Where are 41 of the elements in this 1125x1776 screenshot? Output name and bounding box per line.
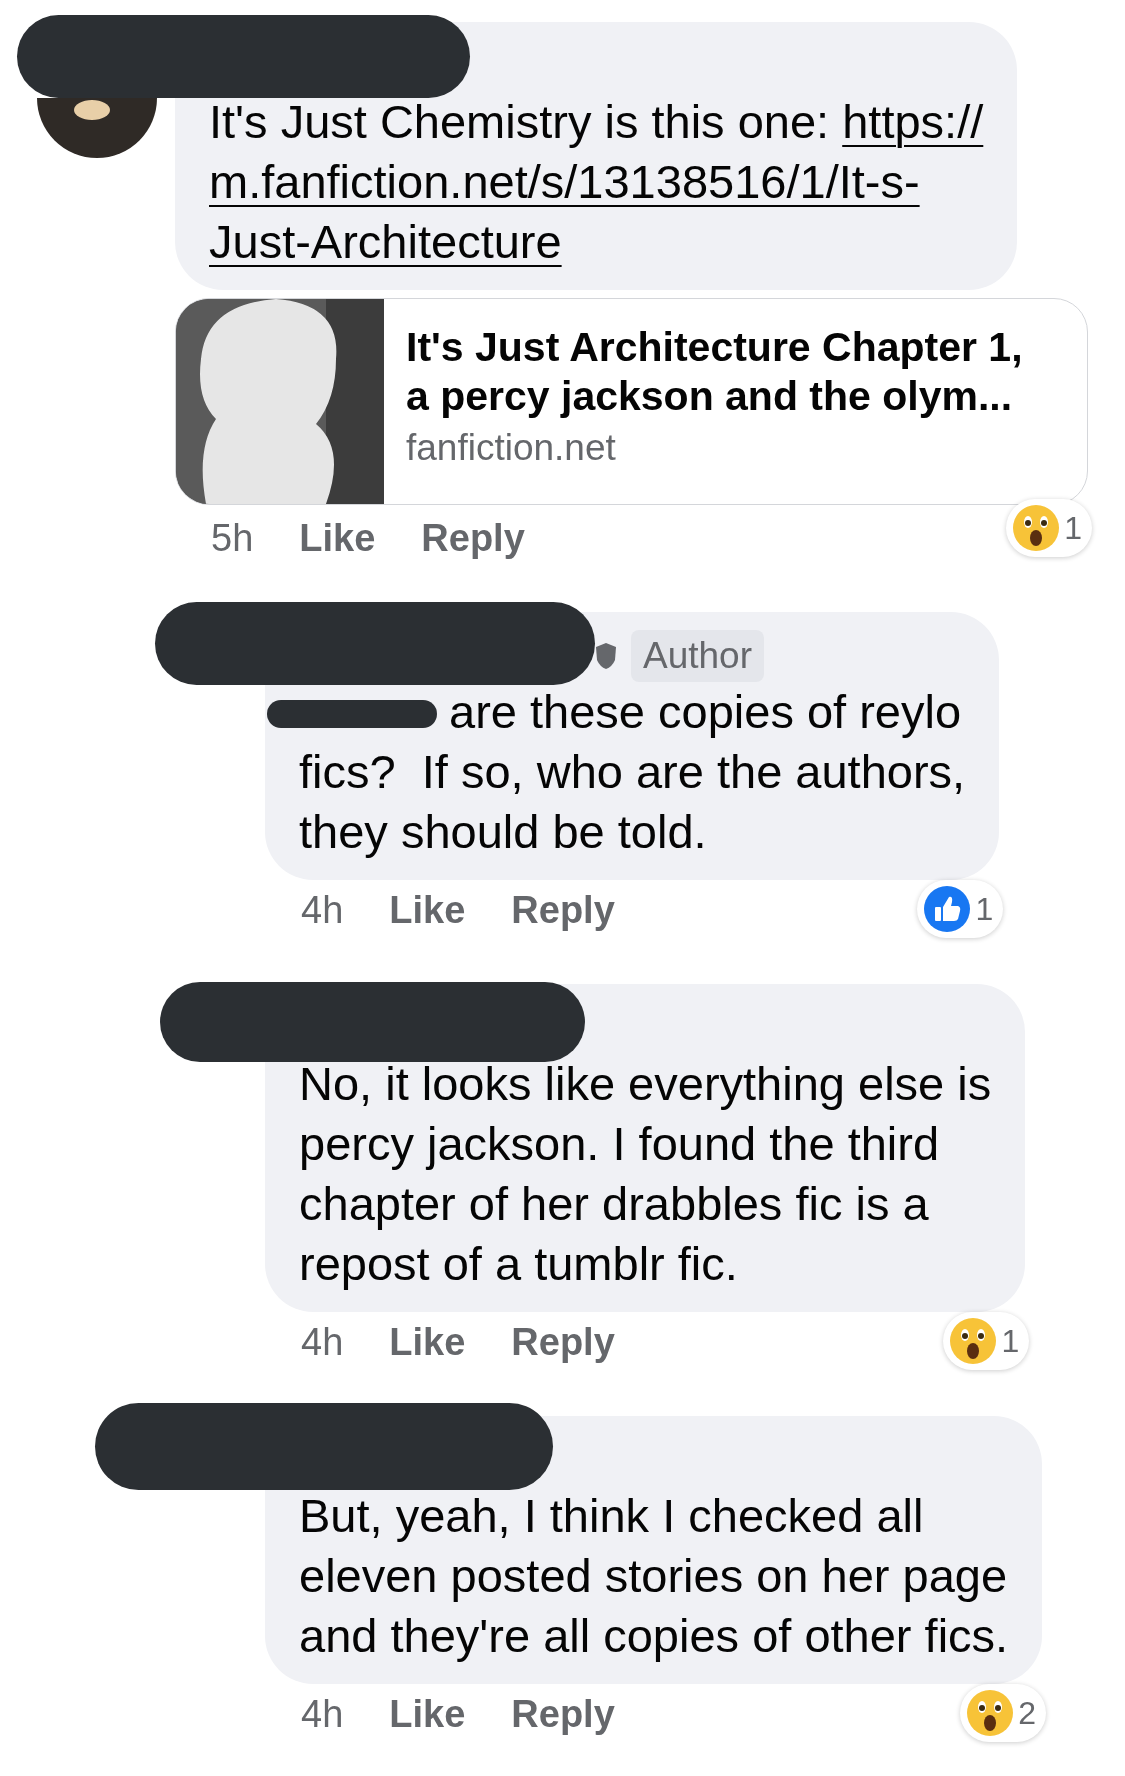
comment-text: percy jackson. I found the third: [299, 1117, 940, 1170]
like-link[interactable]: Like: [299, 516, 376, 560]
comment-text: they should be told.: [299, 805, 707, 858]
link-preview-card[interactable]: It's Just Architecture Chapter 1, a percy jackson and the olym... fanfiction.net: [175, 298, 1088, 505]
reaction-count[interactable]: 2: [960, 1684, 1047, 1742]
surprised-emoji-icon: [966, 1689, 1015, 1737]
link[interactable]: m.fanfiction.net/s/13138516/1/It-s-: [209, 155, 920, 208]
timestamp: 4h: [301, 888, 344, 932]
preview-title[interactable]: It's Just Architecture Chapter 1,: [406, 323, 1023, 372]
preview-domain: fanfiction.net: [406, 427, 617, 469]
like-link[interactable]: Like: [389, 1320, 466, 1364]
reply-link[interactable]: Reply: [511, 888, 615, 932]
reply-link[interactable]: Reply: [511, 1692, 615, 1736]
comment-text: fics? If so, who are the authors,: [299, 745, 966, 798]
comment-text: and they're all copies of other fics.: [299, 1609, 1009, 1662]
comment-text: It's Just Chemistry is this one:: [209, 95, 831, 148]
surprised-emoji-icon: [949, 1317, 998, 1365]
reaction-count[interactable]: 1: [917, 880, 1004, 938]
like-link[interactable]: Like: [389, 1692, 466, 1736]
reaction-count[interactable]: 1: [1006, 499, 1092, 557]
avatar[interactable]: [37, 98, 157, 158]
link[interactable]: https://: [842, 95, 984, 148]
comment-text: No, it looks like everything else is: [299, 1057, 992, 1110]
surprised-emoji-icon: [1012, 504, 1061, 552]
timestamp: 4h: [301, 1320, 344, 1364]
reaction-count[interactable]: 1: [943, 1312, 1030, 1370]
timestamp: 5h: [211, 516, 254, 560]
thumbs-up-icon: [923, 885, 972, 933]
author-badge: Author: [631, 630, 764, 682]
link[interactable]: Just-Architecture: [209, 215, 562, 268]
comment-text: eleven posted stories on her page: [299, 1549, 1008, 1602]
reply-link[interactable]: Reply: [421, 516, 525, 560]
comment-text: are these copies of reylo: [449, 685, 962, 738]
comment-text: But, yeah, I think I checked all: [299, 1489, 924, 1542]
comment-text: repost of a tumblr fic.: [299, 1237, 738, 1290]
preview-title[interactable]: a percy jackson and the olym...: [406, 372, 1023, 421]
reply-link[interactable]: Reply: [511, 1320, 615, 1364]
shield-icon: [595, 642, 617, 670]
timestamp: 4h: [301, 1692, 344, 1736]
comment-text: chapter of her drabbles fic is a: [299, 1177, 929, 1230]
like-link[interactable]: Like: [389, 888, 466, 932]
